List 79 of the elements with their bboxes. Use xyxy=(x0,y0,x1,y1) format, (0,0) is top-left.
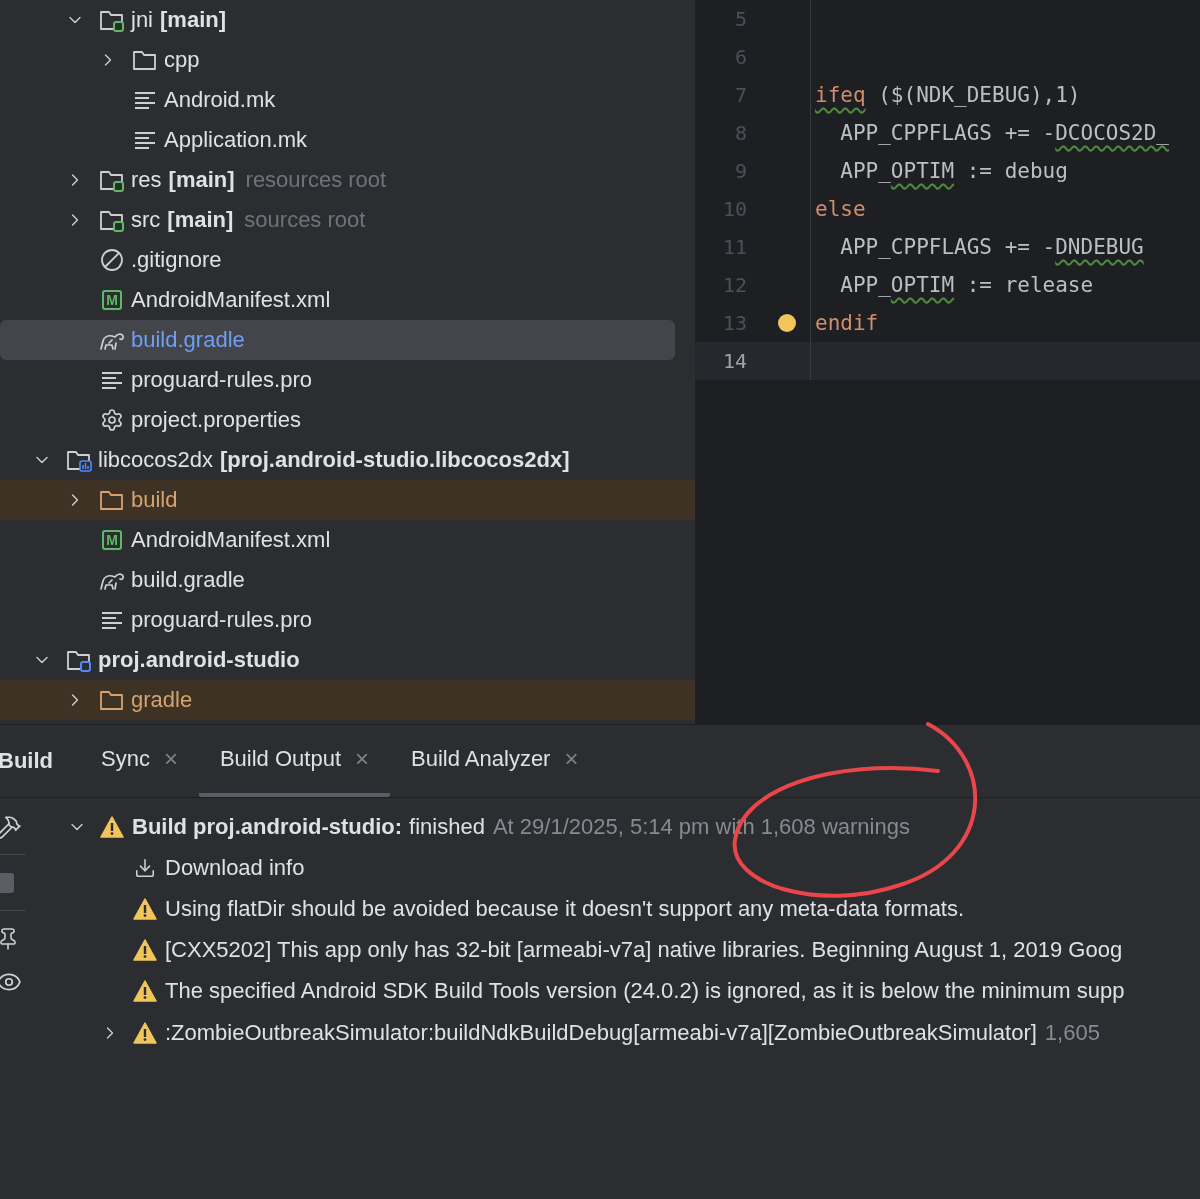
settings-icon xyxy=(100,408,124,432)
tree-item-tag: [proj.android-studio.libcocos2dx] xyxy=(219,447,570,473)
tree-item-label[interactable]: gradle xyxy=(131,687,193,713)
ignore-icon xyxy=(100,248,124,272)
source-folder-icon xyxy=(99,208,125,232)
code-text: := release xyxy=(965,273,1094,297)
warning-icon xyxy=(133,980,157,1003)
code-keyword: ifeq xyxy=(815,83,866,107)
tree-item-label[interactable]: build.gradle xyxy=(131,327,245,353)
output-detail: 1,605 xyxy=(1044,1019,1100,1046)
text-file-icon xyxy=(101,611,123,629)
code-text: OPTIM xyxy=(890,273,955,297)
tree-item-tag: [main] xyxy=(168,167,235,193)
project-folder-icon xyxy=(66,648,92,672)
warning-icon xyxy=(133,1021,157,1044)
warning-icon xyxy=(133,939,157,962)
tree-item-label[interactable]: build.gradle xyxy=(131,567,245,593)
tree-item-label[interactable]: jni xyxy=(131,7,153,33)
code-text: DNDEBUG xyxy=(1055,235,1144,259)
tree-item-tag: [main] xyxy=(160,7,226,33)
tab[interactable]: Build Analyzer × xyxy=(390,725,600,797)
tree-item-label[interactable]: src xyxy=(131,207,161,233)
tree-item-hint: sources root xyxy=(244,207,366,233)
source-folder-icon xyxy=(99,168,125,192)
output-message[interactable]: Download info xyxy=(165,854,305,881)
tree-item-hint: resources root xyxy=(245,167,387,193)
tab[interactable]: Build Output × xyxy=(198,725,391,797)
panel-title: Build xyxy=(0,747,53,775)
output-message[interactable]: [CXX5202] This app only has 32-bit [armeabi-v7a] native libraries. Beginning August 1, 2019 Goog xyxy=(165,937,1123,964)
code-text: APP_ xyxy=(839,273,891,297)
module-folder-icon xyxy=(66,448,92,472)
tree-item-label[interactable]: proj.android-studio xyxy=(98,647,300,673)
text-file-icon xyxy=(101,371,123,389)
warning-icon xyxy=(133,897,157,920)
code-text: DCOCOS2D_ xyxy=(1055,121,1169,145)
output-message[interactable]: Using flatDir should be avoided because it doesn't support any meta-data formats. xyxy=(165,895,965,922)
tree-item-label[interactable]: AndroidManifest.xml xyxy=(131,527,331,553)
tree-item-label[interactable]: cpp xyxy=(164,47,200,73)
line-number: 14 xyxy=(722,349,747,373)
tree-item-label[interactable]: proguard-rules.pro xyxy=(131,607,312,633)
tree-item-label[interactable]: libcocos2dx xyxy=(98,447,213,473)
selected-tree-row[interactable]: build.gradle xyxy=(0,320,675,360)
manifest-icon: M xyxy=(102,530,122,550)
warning-icon xyxy=(100,815,124,838)
build-title: Build proj.android-studio: xyxy=(132,813,403,840)
code-text: ($(NDK_DEBUG),1) xyxy=(877,83,1081,107)
excluded-tree-row[interactable]: gradle xyxy=(0,680,695,720)
tab[interactable]: Sync × xyxy=(80,725,199,797)
tree-item-label[interactable]: proguard-rules.pro xyxy=(131,367,312,393)
tree-item-tag: [main] xyxy=(167,207,234,233)
tree-item-label[interactable]: Android.mk xyxy=(164,87,276,113)
source-folder-icon xyxy=(99,8,125,32)
folder-icon xyxy=(99,488,125,512)
tree-item-label[interactable]: .gitignore xyxy=(131,247,222,273)
output-message[interactable]: :ZombieOutbreakSimulator:buildNdkBuildDebug[armeabi-v7a][ZombieOutbreakSimulator] xyxy=(165,1019,1037,1046)
manifest-icon: M xyxy=(102,290,122,310)
close-icon[interactable]: × xyxy=(564,745,579,773)
folder-icon xyxy=(99,688,125,712)
tree-item-label[interactable]: build xyxy=(131,487,178,513)
text-file-icon xyxy=(134,91,156,109)
output-message[interactable]: The specified Android SDK Build Tools version (24.0.2) is ignored, as it is below the minimum supp xyxy=(165,978,1125,1005)
tree-item-label[interactable]: Application.mk xyxy=(164,127,308,153)
code-text: APP_CPPFLAGS += - xyxy=(839,235,1056,259)
code-text: OPTIM xyxy=(890,159,955,183)
hammer-icon[interactable] xyxy=(0,813,22,840)
output-message[interactable]: finished xyxy=(409,813,485,840)
excluded-tree-row[interactable]: build xyxy=(0,480,695,520)
download-icon xyxy=(134,856,156,879)
code-text: := debug xyxy=(965,159,1068,183)
tree-item-label[interactable]: project.properties xyxy=(131,407,301,433)
code-keyword: else xyxy=(815,197,866,221)
code-text: APP_CPPFLAGS += - xyxy=(839,121,1056,145)
tree-item-label[interactable]: res xyxy=(131,167,162,193)
folder-icon xyxy=(132,48,158,72)
tree-item-label[interactable]: AndroidManifest.xml xyxy=(131,287,331,313)
code-text: APP_ xyxy=(839,159,891,183)
code-keyword: endif xyxy=(815,311,879,335)
text-file-icon xyxy=(134,131,156,149)
lightbulb-icon[interactable] xyxy=(778,314,796,332)
